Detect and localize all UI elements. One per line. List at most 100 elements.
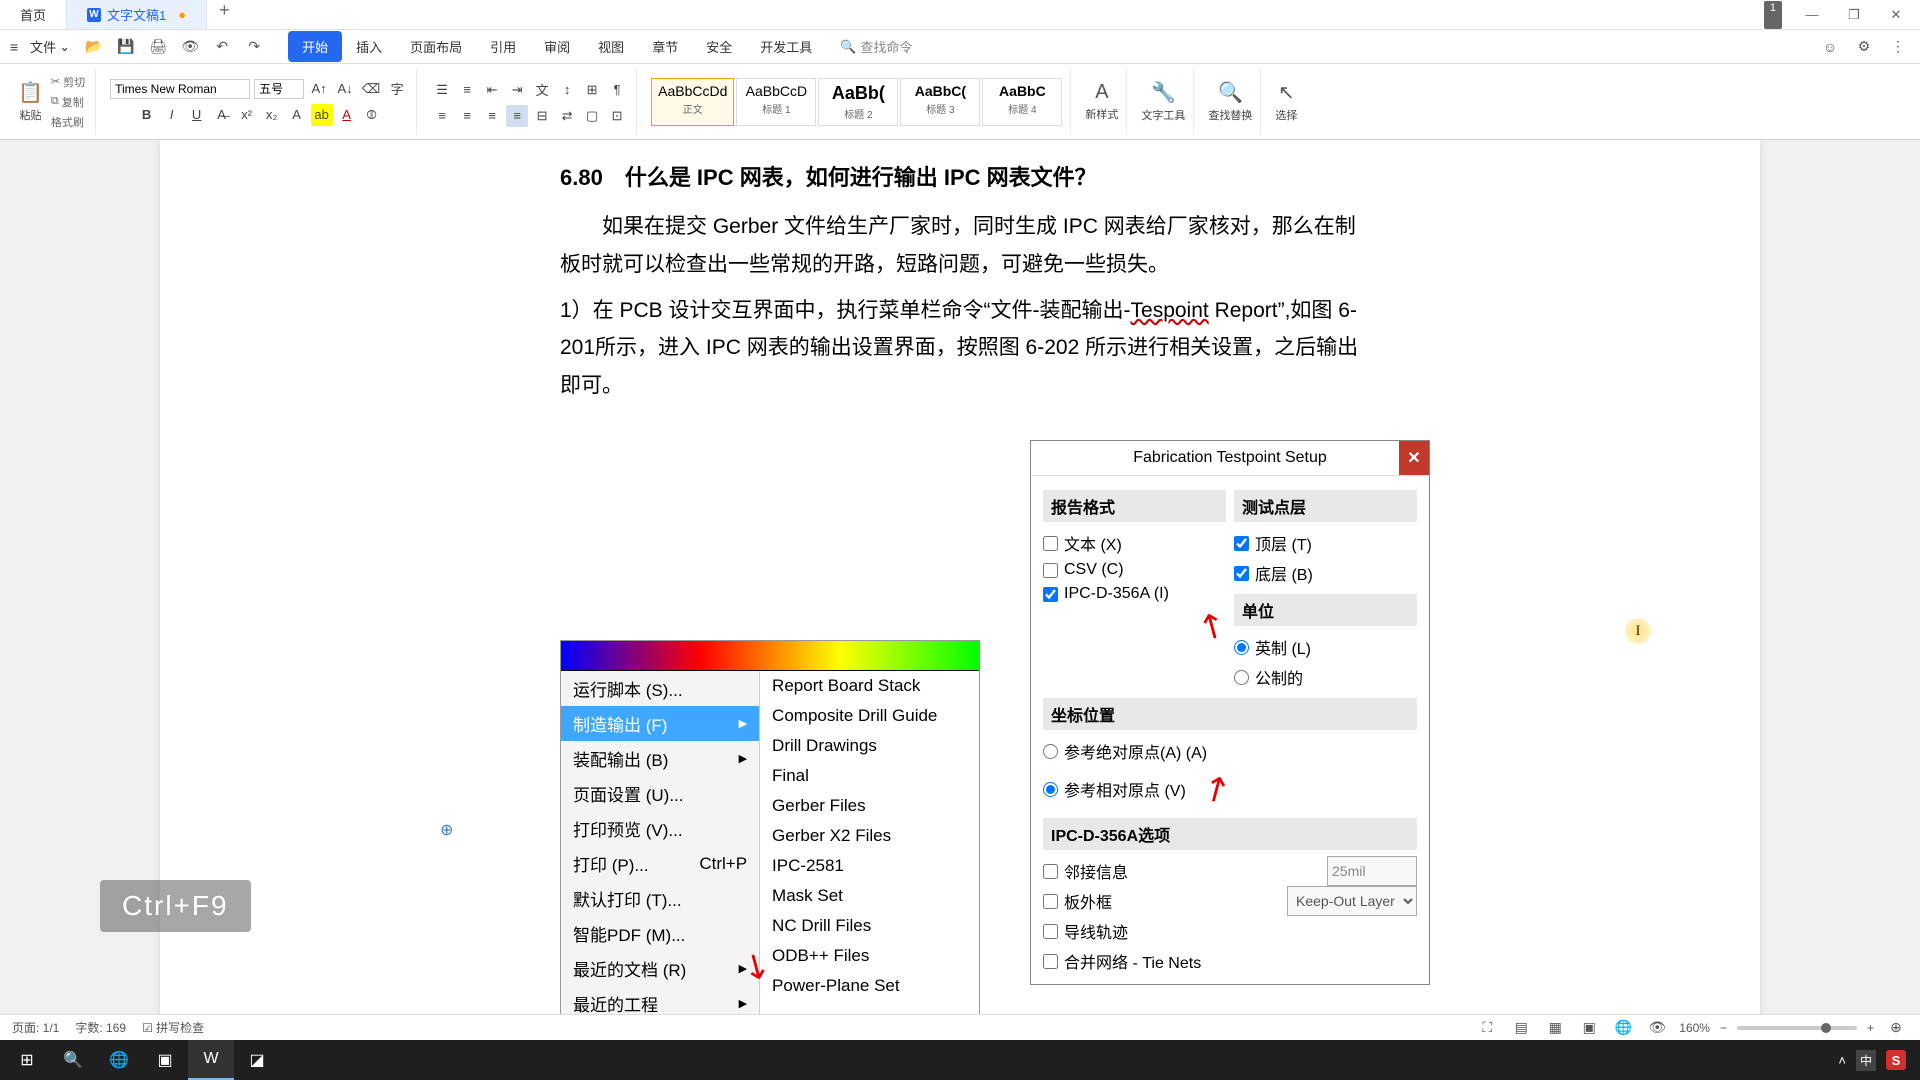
ime-sogou-icon[interactable]: S	[1886, 1050, 1906, 1070]
underline-button[interactable]: U	[186, 104, 208, 126]
fullscreen-icon[interactable]: ⛶	[1475, 1016, 1499, 1040]
more-icon[interactable]: ⋮	[1886, 35, 1910, 59]
menu-tab-view[interactable]: 视图	[584, 31, 638, 62]
style-h3[interactable]: AaBbC(标题 3	[900, 78, 980, 126]
redo-icon[interactable]: ↷	[242, 35, 266, 59]
decrease-indent-button[interactable]: ⇤	[481, 79, 503, 101]
highlight-button[interactable]: ab	[311, 104, 333, 126]
font-grow-button[interactable]: A↑	[308, 78, 330, 100]
shading-button[interactable]: ▢	[581, 105, 603, 127]
style-h4[interactable]: AaBbC标题 4	[982, 78, 1062, 126]
style-h2[interactable]: AaBb(标题 2	[818, 78, 898, 126]
menu-tab-page-layout[interactable]: 页面布局	[396, 31, 476, 62]
menu-tab-insert[interactable]: 插入	[342, 31, 396, 62]
style-normal[interactable]: AaBbCcDd正文	[651, 78, 734, 126]
undo-icon[interactable]: ↶	[210, 35, 234, 59]
paste-button[interactable]: 📋 粘贴	[18, 80, 43, 123]
wps-button[interactable]: W	[188, 1040, 234, 1080]
align-right-button[interactable]: ≡	[481, 105, 503, 127]
font-size-select[interactable]	[254, 79, 304, 99]
tray-chevron-icon[interactable]: ˄	[1838, 1053, 1846, 1068]
sort-button[interactable]: ⊞	[581, 79, 603, 101]
app1-button[interactable]: ▣	[142, 1040, 188, 1080]
subscript-button[interactable]: x₂	[261, 104, 283, 126]
status-words[interactable]: 字数: 169	[75, 1019, 126, 1036]
view-web-icon[interactable]: ▣	[1577, 1016, 1601, 1040]
tab-add-button[interactable]: +	[207, 0, 242, 29]
zoom-thumb[interactable]	[1821, 1023, 1831, 1033]
style-h1[interactable]: AaBbCcD标题 1	[736, 78, 816, 126]
app2-button[interactable]: ◪	[234, 1040, 280, 1080]
font-name-select[interactable]	[110, 79, 250, 99]
start-button[interactable]: ⊞	[4, 1040, 50, 1080]
menu-tab-reference[interactable]: 引用	[476, 31, 530, 62]
text-tools-button[interactable]: 🔧文字工具	[1141, 80, 1185, 123]
status-spellcheck[interactable]: ☑ 拼写检查	[142, 1019, 204, 1036]
embedded-dialog: Fabrication Testpoint Setup ✕ 报告格式 文本 (X…	[1030, 440, 1430, 985]
show-marks-button[interactable]: ¶	[606, 79, 628, 101]
tab-document[interactable]: W 文字文稿1 ●	[67, 0, 207, 29]
text-direction-button[interactable]: 文	[531, 79, 553, 101]
line-spacing-button[interactable]: ↕	[556, 79, 578, 101]
tab-button[interactable]: ⇄	[556, 105, 578, 127]
document-area[interactable]: 6.80 什么是 IPC 网表，如何进行输出 IPC 网表文件？ 如果在提交 G…	[0, 140, 1920, 1040]
hamburger-icon[interactable]: ≡	[10, 39, 18, 55]
superscript-button[interactable]: x²	[236, 104, 258, 126]
increase-indent-button[interactable]: ⇥	[506, 79, 528, 101]
tab-home[interactable]: 首页	[0, 0, 67, 29]
font-color-button[interactable]: A	[336, 104, 358, 126]
menu-tab-security[interactable]: 安全	[692, 31, 746, 62]
bold-button[interactable]: B	[136, 104, 158, 126]
cut-button[interactable]: ✂ 剪切	[49, 73, 87, 91]
zoom-out-button[interactable]: −	[1720, 1021, 1727, 1035]
phonetic-button[interactable]: 字	[386, 78, 408, 100]
view-read-icon[interactable]: 🌐	[1611, 1016, 1635, 1040]
text-effect-button[interactable]: A	[286, 104, 308, 126]
align-center-button[interactable]: ≡	[456, 105, 478, 127]
distribute-button[interactable]: ⊟	[531, 105, 553, 127]
menu-tab-devtools[interactable]: 开发工具	[746, 31, 826, 62]
zoom-value[interactable]: 160%	[1679, 1021, 1710, 1035]
clear-format-button[interactable]: ⌫	[360, 78, 382, 100]
doc-icon: W	[87, 8, 101, 22]
notification-badge[interactable]: 1	[1764, 1, 1782, 29]
search-button[interactable]: 🔍	[50, 1040, 96, 1080]
strike-button[interactable]: A̶	[211, 104, 233, 126]
menu-tab-start[interactable]: 开始	[288, 31, 342, 62]
menu-tab-chapter[interactable]: 章节	[638, 31, 692, 62]
align-left-button[interactable]: ≡	[431, 105, 453, 127]
view-eye-icon[interactable]: 👁	[1645, 1016, 1669, 1040]
char-shading-button[interactable]: ⦷	[361, 104, 383, 126]
view-page-icon[interactable]: ▤	[1509, 1016, 1533, 1040]
save-icon[interactable]: 💾	[114, 35, 138, 59]
zoom-slider[interactable]	[1737, 1026, 1857, 1030]
font-shrink-button[interactable]: A↓	[334, 78, 356, 100]
fit-button[interactable]: ⊕	[1884, 1016, 1908, 1040]
maximize-button[interactable]: ❐	[1834, 1, 1874, 29]
minimize-button[interactable]: —	[1792, 1, 1832, 29]
status-page[interactable]: 页面: 1/1	[12, 1019, 59, 1036]
menu-tab-review[interactable]: 审阅	[530, 31, 584, 62]
find-replace-button[interactable]: 🔍查找替换	[1208, 80, 1252, 123]
copy-button[interactable]: ⧉ 复制	[49, 93, 87, 111]
ime-lang[interactable]: 中	[1856, 1050, 1876, 1071]
new-style-button[interactable]: A新样式	[1085, 81, 1118, 122]
align-justify-button[interactable]: ≡	[506, 105, 528, 127]
file-menu[interactable]: 文件 ⌄	[26, 35, 74, 58]
settings-icon[interactable]: ⚙	[1852, 35, 1876, 59]
close-button[interactable]: ✕	[1876, 1, 1916, 29]
open-icon[interactable]: 📂	[82, 35, 106, 59]
select-button[interactable]: ↖选择	[1275, 80, 1297, 123]
print-icon[interactable]: 🖨	[146, 35, 170, 59]
feedback-icon[interactable]: ☺	[1818, 35, 1842, 59]
numbering-button[interactable]: ≡	[456, 79, 478, 101]
print-preview-icon[interactable]: 👁	[178, 35, 202, 59]
chrome-button[interactable]: 🌐	[96, 1040, 142, 1080]
zoom-in-button[interactable]: +	[1867, 1021, 1874, 1035]
bullets-button[interactable]: ☰	[431, 79, 453, 101]
format-painter-button[interactable]: 格式刷	[49, 113, 87, 131]
command-search[interactable]: 🔍 查找命令	[840, 37, 912, 56]
italic-button[interactable]: I	[161, 104, 183, 126]
view-outline-icon[interactable]: ▦	[1543, 1016, 1567, 1040]
border-button[interactable]: ⊡	[606, 105, 628, 127]
